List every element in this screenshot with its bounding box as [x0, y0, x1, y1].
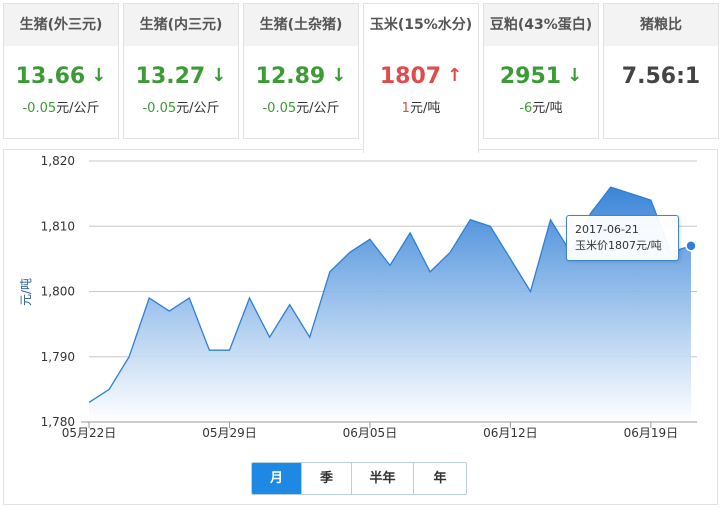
tooltip-value: 玉米价1807元/吨 [575, 239, 662, 252]
range-selector: 月 季 半年 年 [251, 462, 467, 495]
arrow-up-icon: ↑ [447, 65, 463, 86]
x-tick-label: 06月19日 [624, 426, 679, 440]
card-title: 玉米(15%水分) [364, 4, 478, 46]
range-half-year-button[interactable]: 半年 [351, 463, 413, 494]
y-tick-label: 1,790 [41, 350, 75, 364]
y-axis-label: 元/吨 [19, 278, 33, 306]
x-tick-label: 05月22日 [62, 426, 117, 440]
x-tick-label: 05月29日 [202, 426, 257, 440]
chart-tooltip: 2017-06-21 玉米价1807元/吨 [566, 215, 679, 261]
range-quarter-button[interactable]: 季 [301, 463, 351, 494]
x-tick-label: 06月12日 [483, 426, 538, 440]
x-tick-label: 06月05日 [343, 426, 398, 440]
y-tick-label: 1,810 [41, 219, 75, 233]
tooltip-date: 2017-06-21 [575, 223, 639, 236]
card-value: 1807 ↑ [379, 64, 463, 89]
y-tick-label: 1,820 [41, 154, 75, 168]
range-year-button[interactable]: 年 [413, 463, 466, 494]
card-change: 1元/吨 [401, 101, 441, 116]
card-corn[interactable]: 玉米(15%水分) 1807 ↑ 1元/吨 [363, 3, 479, 153]
highlight-point[interactable] [685, 240, 697, 252]
y-tick-label: 1,800 [41, 285, 75, 299]
range-month-button[interactable]: 月 [252, 463, 301, 494]
